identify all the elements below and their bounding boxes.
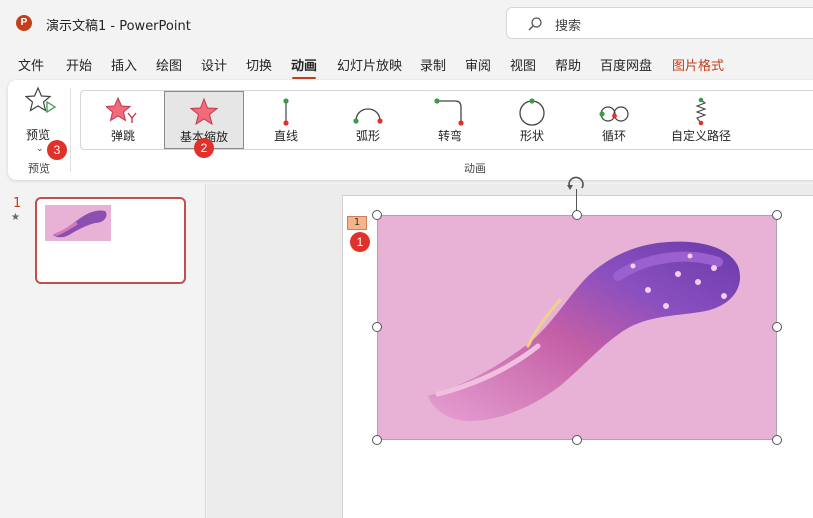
slide-thumbnail[interactable] [35, 197, 186, 284]
document-title: 演示文稿1 - PowerPoint [46, 19, 191, 34]
tab-record[interactable]: 录制 [420, 55, 446, 74]
animation-order-tag[interactable]: 1 [347, 216, 367, 230]
tab-view[interactable]: 视图 [510, 55, 536, 74]
tab-file[interactable]: 文件 [18, 55, 44, 74]
resize-handle-left[interactable] [372, 322, 382, 332]
anim-label: 直线 [273, 129, 298, 143]
tab-insert[interactable]: 插入 [111, 55, 137, 74]
preview-label: 预览 [26, 128, 51, 142]
powerpoint-logo-icon: P [16, 15, 32, 31]
search-box[interactable]: 搜索 [506, 7, 813, 39]
resize-handle-bottom-right[interactable] [772, 435, 782, 445]
ribbon-tabs: 文件 开始 插入 绘图 设计 切换 动画 幻灯片放映 录制 审阅 视图 帮助 百… [0, 50, 813, 79]
animation-star-icon: ★ [11, 212, 20, 223]
slide-canvas: 1 1 [207, 176, 813, 518]
selected-picture[interactable] [377, 215, 777, 440]
resize-handle-top-left[interactable] [372, 210, 382, 220]
tab-home[interactable]: 开始 [66, 55, 92, 74]
title-bar: P 演示文稿1 - PowerPoint 搜索 [0, 0, 813, 46]
anim-custom-path[interactable]: 自定义路径 [656, 91, 746, 149]
turn-path-icon [434, 98, 464, 126]
resize-handle-right[interactable] [772, 322, 782, 332]
tab-animations[interactable]: 动画 [291, 55, 317, 79]
anim-label: 弧形 [355, 129, 380, 143]
resize-handle-bottom-left[interactable] [372, 435, 382, 445]
arc-path-icon [353, 108, 383, 124]
anim-loop[interactable]: 循环 [574, 91, 654, 149]
tab-transitions[interactable]: 切换 [246, 55, 272, 74]
slide-thumbnail-panel: 1 ★ [0, 184, 206, 518]
step-badge-3: 3 [47, 140, 67, 160]
anim-label: 形状 [519, 129, 544, 143]
shape-path-icon [519, 98, 545, 126]
search-placeholder: 搜索 [555, 19, 582, 34]
anim-arc[interactable]: 弧形 [328, 91, 408, 149]
anim-bounce[interactable]: 弹跳 [83, 91, 163, 149]
anim-shape[interactable]: 形状 [492, 91, 572, 149]
animation-group-label: 动画 [464, 162, 486, 175]
preview-group-label: 预览 [28, 162, 50, 175]
step-badge-2: 2 [194, 138, 214, 158]
search-icon [528, 17, 542, 31]
anim-label: 自定义路径 [670, 129, 731, 143]
tab-slideshow[interactable]: 幻灯片放映 [337, 55, 402, 74]
step-badge-1: 1 [350, 232, 370, 252]
tab-draw[interactable]: 绘图 [156, 55, 182, 74]
tab-design[interactable]: 设计 [201, 55, 227, 74]
animation-gallery: 弹跳 基本缩放 直线 弧形 转弯 形状 循环 自定义路径 [80, 90, 813, 150]
tab-review[interactable]: 审阅 [465, 55, 491, 74]
resize-handle-bottom[interactable] [572, 435, 582, 445]
tab-help[interactable]: 帮助 [555, 55, 581, 74]
resize-handle-top[interactable] [572, 210, 582, 220]
group-separator [70, 88, 71, 172]
anim-turn[interactable]: 转弯 [410, 91, 490, 149]
bounce-star-icon [106, 97, 137, 123]
preview-star-icon [25, 86, 57, 114]
resize-handle-top-right[interactable] [772, 210, 782, 220]
custom-path-icon [695, 97, 707, 126]
anim-label: 循环 [601, 129, 626, 143]
anim-label: 弹跳 [110, 129, 135, 143]
zoom-star-icon [190, 98, 218, 126]
thumbnail-picture [45, 205, 111, 241]
line-path-icon [283, 98, 289, 126]
anim-line[interactable]: 直线 [246, 91, 326, 149]
slide-number: 1 [13, 196, 22, 211]
anim-label: 转弯 [437, 129, 462, 143]
tab-baidu-netdisk[interactable]: 百度网盘 [600, 55, 652, 74]
loop-path-icon [599, 106, 629, 122]
coral-image [428, 241, 741, 422]
preview-group: 预览 ⌄ 预览 [8, 80, 70, 180]
chevron-down-icon: ⌄ [36, 144, 44, 154]
tab-picture-format[interactable]: 图片格式 [672, 55, 724, 74]
animations-ribbon: 预览 ⌄ 预览 3 弹跳 基本缩放 直线 弧形 转弯 形状 循环 自定义路径 2… [8, 80, 813, 180]
